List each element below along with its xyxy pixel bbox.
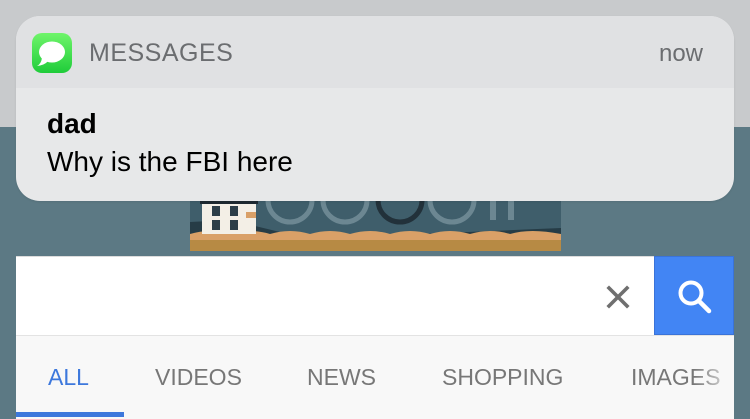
search-tabs: ALL VIDEOS NEWS SHOPPING IMAGES (16, 335, 734, 419)
notification-message: Why is the FBI here (47, 146, 293, 177)
messages-app-icon (32, 33, 72, 73)
notification-app-name: MESSAGES (89, 39, 234, 67)
notification-header: MESSAGES now (16, 16, 734, 88)
search-input[interactable] (36, 273, 600, 319)
tab-news[interactable]: NEWS (307, 364, 376, 391)
close-icon[interactable] (600, 279, 636, 315)
notification-time: now (658, 40, 703, 67)
tabs-fade-edge (694, 336, 734, 419)
message-notification[interactable]: MESSAGES now dad Why is the FBI here (16, 16, 734, 201)
notification-sender: dad (47, 108, 97, 139)
tab-shopping[interactable]: SHOPPING (442, 364, 563, 391)
tab-videos[interactable]: VIDEOS (155, 364, 242, 391)
active-tab-indicator (16, 412, 124, 417)
search-button[interactable] (654, 256, 734, 335)
search-box (16, 256, 654, 335)
search-icon (678, 280, 712, 314)
tab-all[interactable]: ALL (48, 364, 89, 391)
